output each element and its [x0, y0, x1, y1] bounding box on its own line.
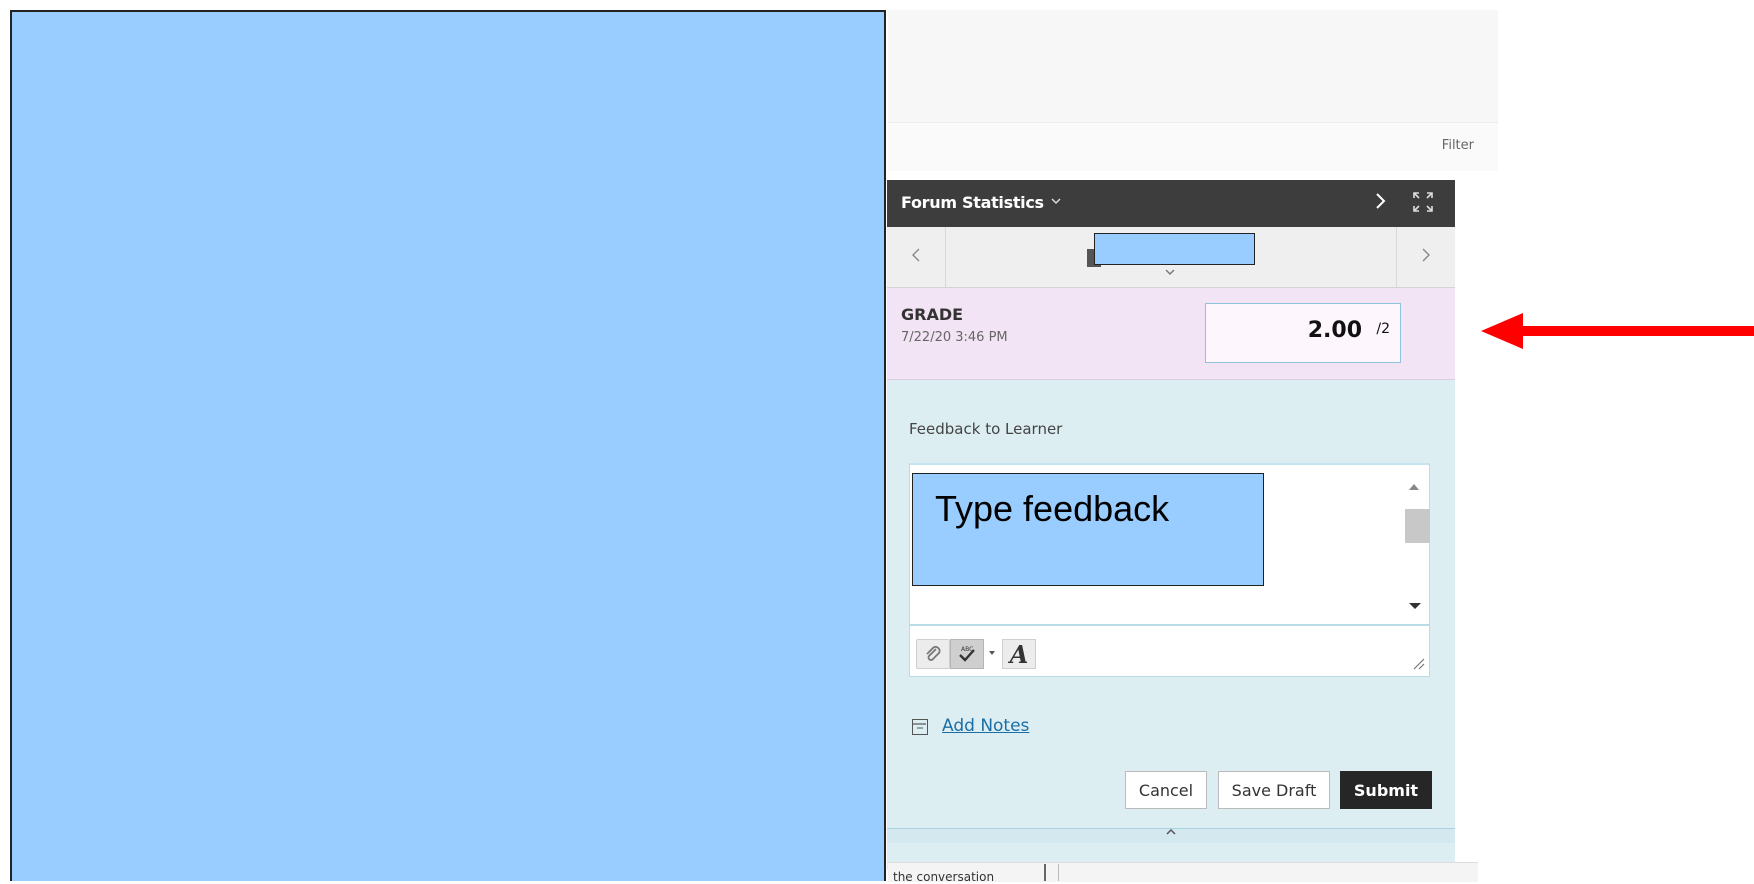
filter-button[interactable]: Filter [1442, 138, 1474, 153]
grade-max: /2 [1376, 321, 1390, 337]
chevron-down-icon[interactable] [986, 639, 998, 667]
grade-value: 2.00 [1307, 318, 1362, 343]
grade-label: GRADE [901, 305, 964, 324]
scroll-down-icon[interactable] [1408, 599, 1422, 613]
font-style-button[interactable]: A [1002, 639, 1036, 669]
resize-handle-icon[interactable] [1411, 656, 1425, 670]
filter-bar [888, 122, 1498, 171]
chevron-down-icon[interactable] [1164, 267, 1176, 279]
redacted-student-name [1094, 233, 1255, 265]
grade-timestamp: 7/22/20 3:46 PM [901, 330, 1008, 345]
save-draft-button[interactable]: Save Draft [1218, 771, 1330, 809]
grade-section: GRADE 7/22/20 3:46 PM 2.00 /2 [887, 288, 1455, 380]
redaction-overlay [10, 10, 886, 881]
expand-icon[interactable] [1411, 190, 1435, 214]
chevron-up-icon[interactable] [1165, 825, 1177, 839]
divider [1058, 864, 1059, 881]
panel-title[interactable]: Forum Statistics [901, 193, 1044, 212]
paperclip-icon[interactable] [916, 639, 950, 669]
add-notes-link[interactable]: Add Notes [942, 716, 1029, 736]
grade-input[interactable]: 2.00 /2 [1205, 303, 1401, 363]
scroll-thumb[interactable] [1405, 509, 1430, 543]
submit-button[interactable]: Submit [1340, 771, 1432, 809]
spellcheck-icon[interactable]: ABC [950, 639, 984, 669]
bottom-text: the conversation [893, 870, 995, 884]
chevron-down-icon[interactable] [1050, 194, 1062, 209]
app-header-area [888, 10, 1498, 122]
scrollbar[interactable] [1401, 469, 1430, 619]
editor-toolbar: ABC A [909, 625, 1430, 677]
feedback-label: Feedback to Learner [909, 420, 1063, 438]
chevron-right-icon[interactable] [1374, 190, 1388, 218]
notes-icon [912, 719, 928, 735]
cancel-button[interactable]: Cancel [1125, 771, 1207, 809]
scroll-up-icon[interactable] [1408, 483, 1420, 494]
callout-text: Type feedback [935, 488, 1170, 529]
student-navigator [887, 227, 1455, 288]
panel-header: Forum Statistics [887, 180, 1455, 227]
next-student-button[interactable] [1396, 227, 1455, 287]
previous-student-button[interactable] [887, 227, 946, 287]
annotation-arrow-icon [1481, 312, 1754, 350]
feedback-callout: Type feedback [912, 473, 1264, 586]
panel-collapse-bar[interactable] [887, 828, 1455, 843]
divider [1044, 864, 1046, 881]
